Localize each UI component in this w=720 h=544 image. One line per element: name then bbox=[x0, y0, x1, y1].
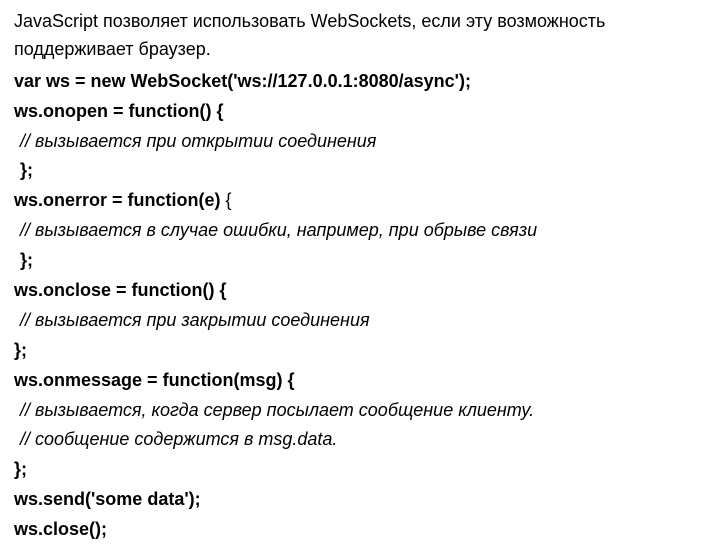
brace-close-onerror: }; bbox=[14, 247, 706, 275]
comment-onopen: // вызывается при открытии соединения bbox=[14, 128, 706, 156]
onerror-text: ws.onerror = function(e) bbox=[14, 190, 226, 210]
brace-close-onclose: }; bbox=[14, 337, 706, 365]
code-line-send: ws.send('some data'); bbox=[14, 486, 706, 514]
comment-onclose: // вызывается при закрытии соединения bbox=[14, 307, 706, 335]
code-line-onclose: ws.onclose = function() { bbox=[14, 277, 706, 305]
comment-onmessage-2: // сообщение содержится в msg.data. bbox=[14, 426, 706, 454]
code-line-onmessage: ws.onmessage = function(msg) { bbox=[14, 367, 706, 395]
intro-paragraph: JavaScript позволяет использовать WebSoc… bbox=[14, 8, 706, 64]
code-line-var-ws: var ws = new WebSocket('ws://127.0.0.1:8… bbox=[14, 68, 706, 96]
brace-close-onopen: }; bbox=[14, 157, 706, 185]
comment-onerror: // вызывается в случае ошибки, например,… bbox=[14, 217, 706, 245]
onerror-brace: { bbox=[226, 190, 232, 210]
brace-close-onmessage: }; bbox=[14, 456, 706, 484]
code-line-onopen: ws.onopen = function() { bbox=[14, 98, 706, 126]
comment-onmessage-1: // вызывается, когда сервер посылает соо… bbox=[14, 397, 706, 425]
code-line-onerror: ws.onerror = function(e) { bbox=[14, 187, 706, 215]
